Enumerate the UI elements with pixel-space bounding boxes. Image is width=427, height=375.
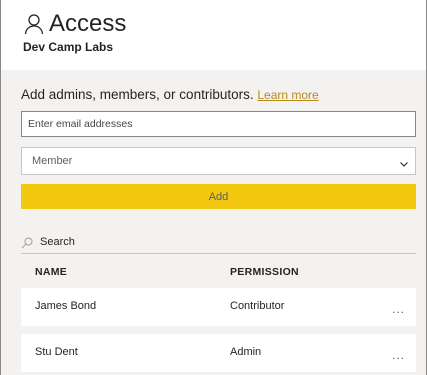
pane-header: Access Dev Camp Labs <box>1 0 426 70</box>
search-box[interactable] <box>21 231 416 254</box>
search-icon <box>21 236 33 249</box>
add-button[interactable]: Add <box>21 184 416 209</box>
row-permission: Admin <box>230 346 262 358</box>
column-header-name: NAME <box>35 266 68 278</box>
row-name: Stu Dent <box>35 346 78 358</box>
access-body: Add admins, members, or contributors. Le… <box>1 70 426 375</box>
column-header-permission: PERMISSION <box>230 266 299 278</box>
table-row[interactable]: Stu Dent Admin ... <box>21 334 416 372</box>
table-row[interactable]: James Bond Contributor ... <box>21 288 416 326</box>
role-dropdown[interactable]: Member <box>21 147 416 175</box>
learn-more-link[interactable]: Learn more <box>257 88 318 102</box>
workspace-name: Dev Camp Labs <box>23 40 114 54</box>
row-permission: Contributor <box>230 300 285 312</box>
title-row: Access <box>23 10 126 38</box>
more-options-icon[interactable]: ... <box>392 302 405 316</box>
chevron-down-icon <box>399 156 409 167</box>
instruction-label: Add admins, members, or contributors. <box>21 87 254 102</box>
person-icon <box>23 13 45 35</box>
search-input[interactable] <box>40 236 400 248</box>
row-name: James Bond <box>35 300 97 312</box>
page-title: Access <box>49 10 127 37</box>
email-input[interactable] <box>21 111 416 137</box>
instruction-text: Add admins, members, or contributors. Le… <box>21 87 319 102</box>
more-options-icon[interactable]: ... <box>392 348 405 362</box>
role-selected-value: Member <box>32 155 73 167</box>
access-pane: Access Dev Camp Labs Add admins, members… <box>0 0 427 375</box>
